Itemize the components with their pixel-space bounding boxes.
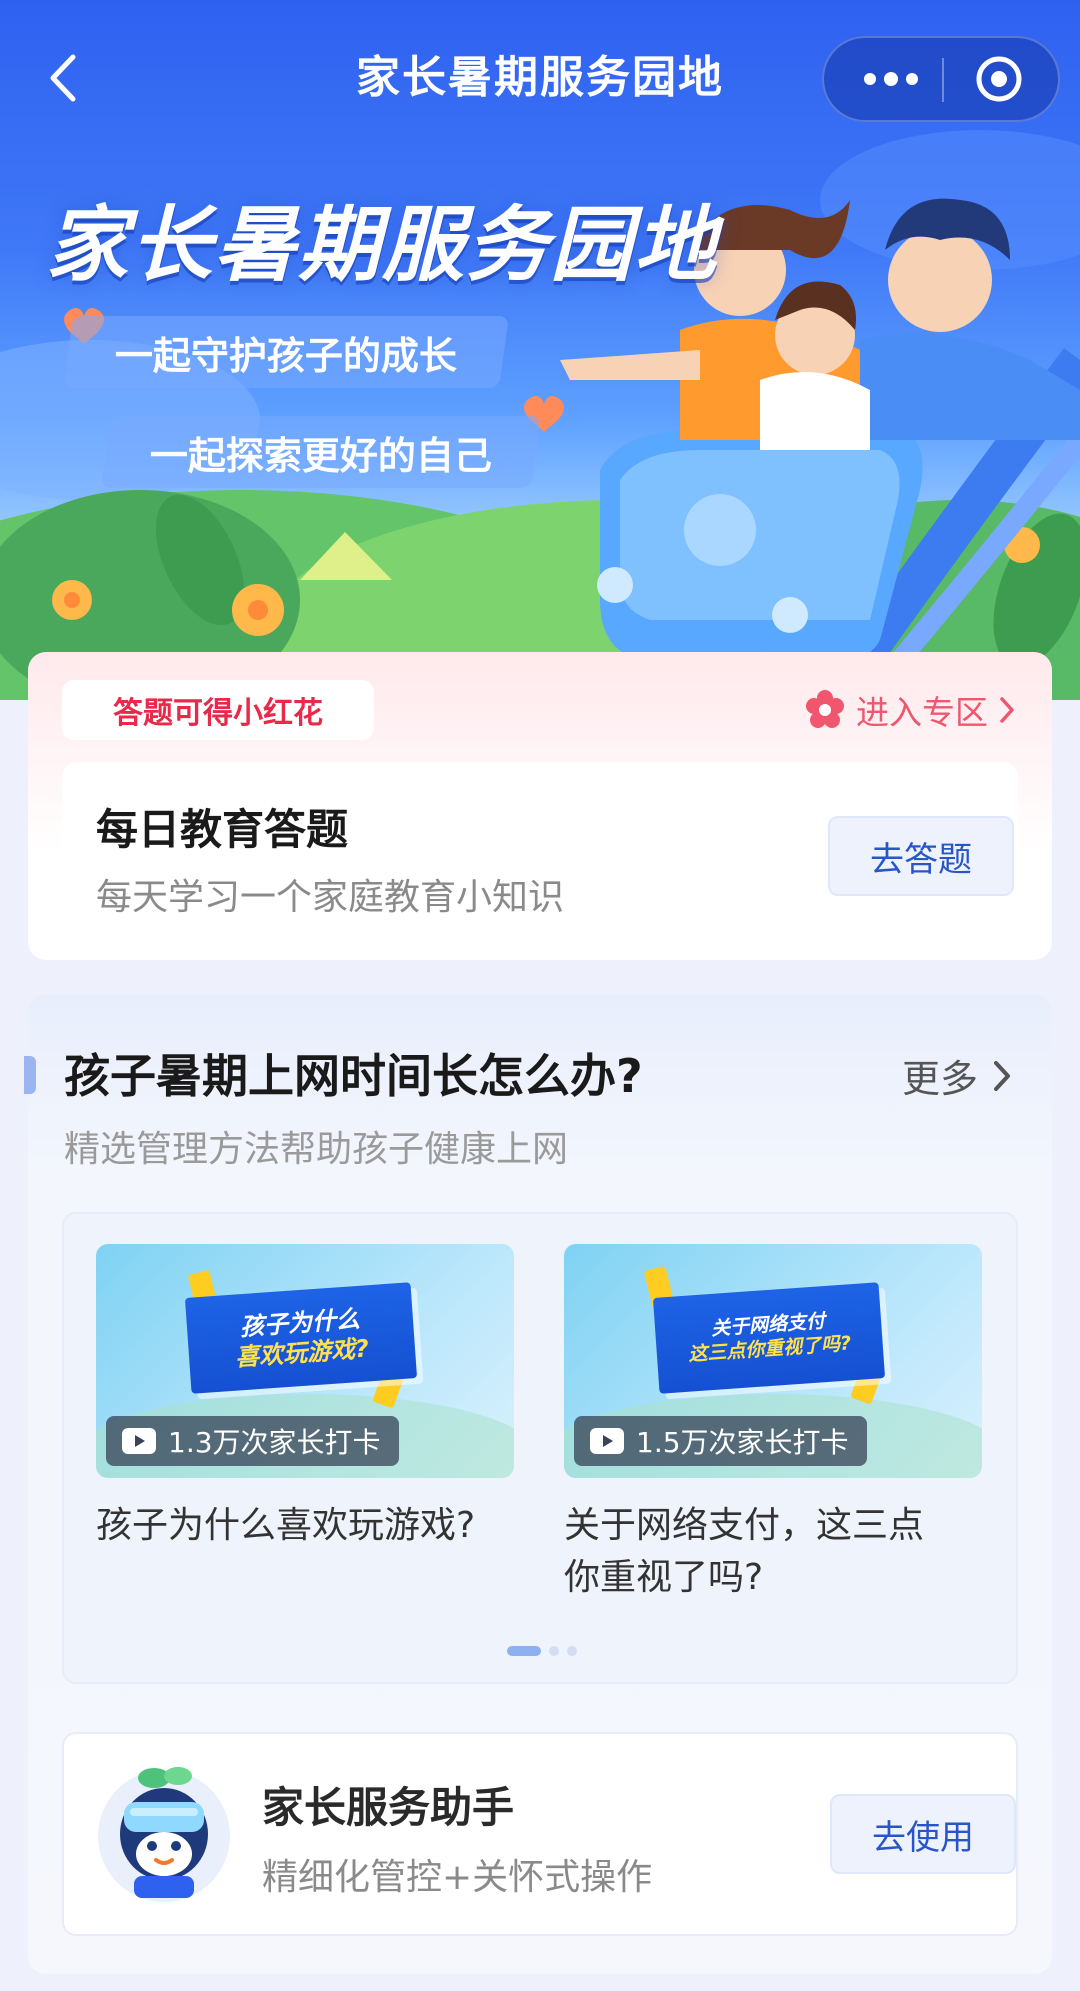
start-quiz-button[interactable]: 去答题 [828,816,1014,896]
enter-zone-link[interactable]: 进入专区 [804,682,1016,738]
miniprogram-capsule [822,36,1060,122]
video-title: 关于网络支付，这三点你重视了吗? [564,1505,925,1598]
assistant-card: 家长服务助手 精细化管控+关怀式操作 去使用 [62,1732,1018,1936]
thumbnail-banner: 关于网络支付 这三点你重视了吗? [652,1282,886,1394]
section-title: 孩子暑期上网时间长怎么办? [64,1049,643,1103]
more-dot-icon [906,73,918,85]
enter-zone-label: 进入专区 [856,693,988,732]
pagination-dot-active [507,1646,541,1656]
flower-icon [806,690,844,728]
checkin-count: 1.3万次家长打卡 [168,1426,381,1459]
assistant-avatar-icon [98,1767,230,1902]
checkin-badge: 1.3万次家长打卡 [106,1416,399,1466]
video-thumbnail: 关于网络支付 这三点你重视了吗? 1.5万次家长打卡 [564,1244,982,1478]
pagination-dot [549,1646,559,1656]
chevron-right-icon [994,1060,1010,1091]
thumbnail-banner: 孩子为什么 喜欢玩游戏? [184,1282,418,1394]
internet-time-section: 孩子暑期上网时间长怎么办? 精选管理方法帮助孩子健康上网 更多 孩子为什么 喜欢… [24,994,1052,1974]
hero-slogan-text: 一起探索更好的自己 [149,433,492,478]
more-menu-button[interactable] [846,38,936,120]
hero-slogan: 一起探索更好的自己 [100,416,542,488]
video-play-icon [122,1428,156,1454]
checkin-badge: 1.5万次家长打卡 [574,1416,867,1466]
hero-title: 家长暑期服务园地 [46,198,718,293]
video-carousel[interactable]: 孩子为什么 喜欢玩游戏? 1.3万次家长打卡 孩子为什么喜欢玩游戏? 关于网络支… [62,1212,1018,1684]
daily-quiz-panel: 每日教育答题 每天学习一个家庭教育小知识 去答题 [62,762,1018,930]
use-assistant-button[interactable]: 去使用 [830,1794,1016,1874]
assistant-title: 家长服务助手 [262,1783,515,1832]
more-label: 更多 [901,1057,978,1101]
video-title: 孩子为什么喜欢玩游戏? [96,1505,476,1546]
section-accent-bar [24,1056,36,1094]
more-dot-icon [864,73,876,85]
quiz-description: 每天学习一个家庭教育小知识 [96,877,565,918]
video-card[interactable]: 关于网络支付 这三点你重视了吗? 1.5万次家长打卡 关于网络支付，这三点你重视… [564,1244,982,1604]
pagination-dot [567,1646,577,1656]
capsule-divider [942,58,944,102]
assistant-description: 精细化管控+关怀式操作 [262,1857,653,1898]
chevron-right-icon [1000,697,1014,723]
hero-slogan-text: 一起守护孩子的成长 [114,333,457,378]
quiz-title: 每日教育答题 [96,805,349,854]
more-link[interactable]: 更多 [902,1048,1012,1103]
close-target-icon[interactable] [974,54,1024,104]
video-card[interactable]: 孩子为什么 喜欢玩游戏? 1.3万次家长打卡 孩子为什么喜欢玩游戏? [96,1244,514,1552]
section-subtitle: 精选管理方法帮助孩子健康上网 [64,1129,569,1170]
carousel-pagination [64,1646,1020,1656]
more-dot-icon [884,72,898,86]
reward-badge: 答题可得小红花 [62,680,374,740]
checkin-count: 1.5万次家长打卡 [636,1426,849,1459]
hero-slogan: 一起守护孩子的成长 [62,316,510,388]
video-thumbnail: 孩子为什么 喜欢玩游戏? 1.3万次家长打卡 [96,1244,514,1478]
hero-banner: 家长暑期服务园地 家长暑期服务园地 一起守护孩子的成长 一起探索更好的自己 [0,0,1080,700]
video-play-icon [590,1428,624,1454]
quiz-card: 答题可得小红花 进入专区 每日教育答题 每天学习一个家庭教育小知识 去答题 [28,652,1052,960]
